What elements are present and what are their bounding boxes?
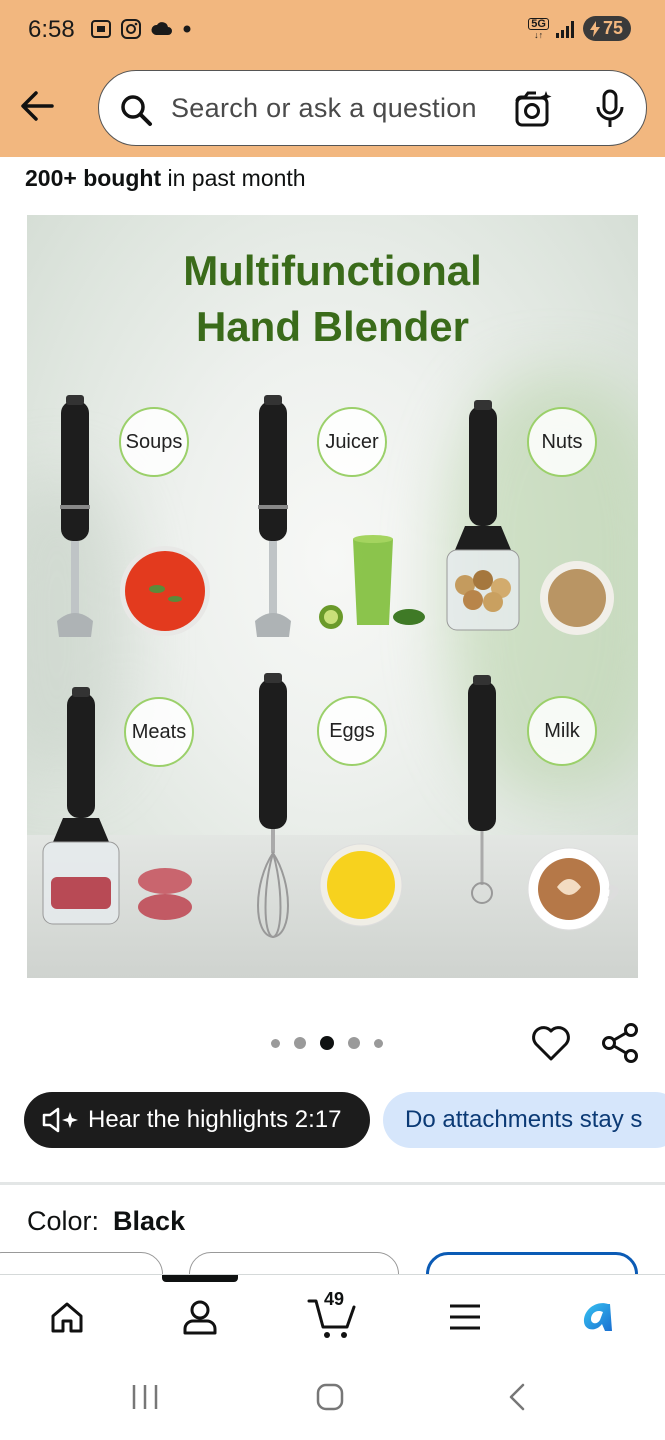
instagram-icon (121, 19, 141, 39)
carousel-dot-active[interactable] (320, 1036, 334, 1050)
image-title: Multifunctional Hand Blender (183, 247, 482, 350)
speaker-sparkle-icon (42, 1107, 78, 1133)
frother-blender-image (468, 675, 496, 904)
status-right: 5G ↓↑ 75 (528, 16, 631, 41)
home-icon (51, 1302, 83, 1333)
chopper-blender-image (446, 400, 520, 631)
latte-cup-image (527, 847, 619, 931)
charging-icon (589, 20, 600, 37)
home-button-icon[interactable] (315, 1382, 345, 1412)
nav-rufus[interactable] (573, 1293, 623, 1341)
carousel-dot[interactable] (271, 1038, 280, 1048)
screenshot-icon (91, 20, 111, 38)
product-image[interactable]: Multifunctional Hand Blender Soups Juice… (27, 215, 638, 978)
battery-indicator: 75 (582, 16, 631, 41)
network-5g-icon: 5G ↓↑ (528, 17, 549, 40)
status-time: 6:58 (28, 16, 75, 43)
tag-meats: Meats (124, 697, 194, 767)
suggested-question-label: Do attachments stay s (405, 1106, 643, 1133)
color-label: Color: (27, 1206, 100, 1236)
bought-count-rest: in past month (161, 165, 306, 191)
microphone-icon[interactable] (593, 89, 627, 129)
nav-cart[interactable]: 49 (305, 1289, 361, 1341)
cart-count: 49 (323, 1289, 345, 1309)
suggested-question-button[interactable]: Do attachments stay s (383, 1092, 665, 1148)
system-back-icon[interactable] (505, 1382, 529, 1412)
tag-juicer: Juicer (317, 407, 387, 477)
dot-icon (183, 25, 191, 33)
bought-count: 200+ bought in past month (25, 165, 306, 192)
whisk-blender-image (257, 673, 289, 939)
signal-icon (555, 20, 574, 38)
status-bar: 6:58 5G ↓↑ 75 (0, 0, 665, 62)
menu-icon (450, 1304, 480, 1330)
stick-blender-image (255, 395, 291, 637)
carousel-dot[interactable] (374, 1038, 383, 1048)
section-divider (0, 1182, 665, 1185)
eggs-bowl-image (319, 843, 403, 927)
stick-blender-image (57, 395, 93, 637)
search-icon (121, 95, 152, 126)
header-bar: 6:58 5G ↓↑ 75 Search or ask a question (0, 0, 665, 157)
carousel-dot[interactable] (348, 1037, 360, 1049)
nav-account[interactable] (175, 1293, 225, 1341)
heart-icon[interactable] (530, 1022, 572, 1064)
recent-apps-icon[interactable] (130, 1382, 160, 1412)
carousel-dot[interactable] (294, 1037, 306, 1049)
notification-icons (90, 18, 192, 40)
search-input[interactable]: Search or ask a question (98, 70, 647, 146)
chopper-blender-image (42, 687, 120, 925)
tag-nuts: Nuts (527, 407, 597, 477)
green-juice-image (319, 535, 425, 629)
battery-level: 75 (602, 18, 623, 38)
tag-eggs: Eggs (317, 696, 387, 766)
nav-menu[interactable] (440, 1293, 490, 1341)
share-icon[interactable] (600, 1022, 640, 1064)
rufus-icon (583, 1303, 612, 1331)
hear-highlights-button[interactable]: Hear the highlights 2:17 (24, 1092, 370, 1148)
bought-count-bold: 200+ bought (25, 165, 162, 191)
nav-home[interactable] (42, 1293, 92, 1341)
account-icon (183, 1300, 217, 1335)
back-arrow-icon[interactable] (18, 86, 58, 126)
system-navigation (0, 1358, 665, 1440)
tag-milk: Milk (527, 696, 597, 766)
camera-lens-icon[interactable] (513, 89, 553, 129)
search-placeholder: Search or ask a question (171, 93, 477, 123)
bottom-navigation: 49 (0, 1274, 665, 1358)
tag-soups: Soups (119, 407, 189, 477)
nav-active-indicator (162, 1275, 238, 1282)
color-value: Black (113, 1206, 186, 1236)
color-selection: Color: Black (27, 1206, 185, 1237)
soup-bowl-image (120, 546, 210, 636)
cloud-icon (151, 22, 172, 35)
ground-nuts-image (540, 561, 614, 635)
meat-patties-image (138, 868, 192, 920)
carousel-dots[interactable] (271, 1036, 383, 1050)
hear-highlights-label: Hear the highlights 2:17 (88, 1106, 342, 1133)
